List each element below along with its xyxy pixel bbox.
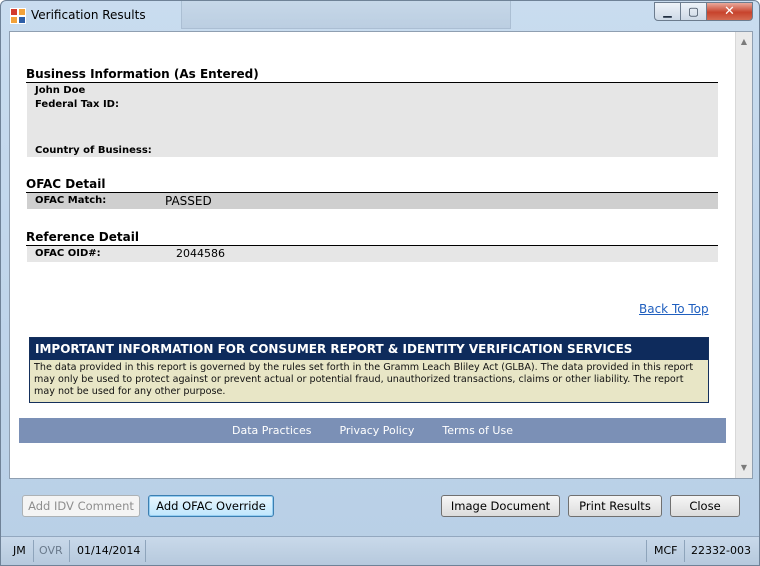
window-title: Verification Results: [31, 8, 146, 22]
status-date: 01/14/2014: [77, 544, 141, 557]
ofac-match-label: OFAC Match:: [35, 195, 107, 206]
scroll-up-icon[interactable]: ▲: [736, 34, 752, 50]
status-separator: [69, 540, 70, 562]
status-user: JM: [13, 544, 26, 557]
add-ofac-override-button[interactable]: Add OFAC Override: [148, 495, 274, 517]
ofac-match-row: OFAC Match: PASSED: [27, 193, 718, 209]
action-buttons: Add IDV Comment Add OFAC Override Image …: [1, 479, 759, 534]
background-window-ghost: [181, 1, 511, 29]
ofac-oid-value: 2044586: [176, 247, 225, 260]
status-separator: [145, 540, 146, 562]
scroll-down-icon[interactable]: ▼: [736, 460, 752, 476]
federal-tax-id-label: Federal Tax ID:: [35, 99, 119, 110]
business-info-heading: Business Information (As Entered): [26, 67, 259, 81]
vertical-scrollbar[interactable]: ▲ ▼: [735, 32, 752, 478]
status-mode: OVR: [39, 544, 63, 557]
close-window-button[interactable]: ✕: [707, 2, 753, 21]
important-info-notice: IMPORTANT INFORMATION FOR CONSUMER REPOR…: [29, 337, 709, 403]
back-to-top-link[interactable]: Back To Top: [639, 302, 709, 316]
close-button[interactable]: Close: [670, 495, 740, 517]
ofac-detail-heading: OFAC Detail: [26, 177, 106, 191]
status-id: 22332-003: [691, 544, 751, 557]
notice-body: The data provided in this report is gove…: [34, 362, 694, 397]
business-info-panel: John Doe Federal Tax ID: Country of Busi…: [27, 83, 718, 157]
terms-of-use-link[interactable]: Terms of Use: [442, 424, 513, 437]
country-of-business-label: Country of Business:: [35, 145, 152, 156]
status-code: MCF: [654, 544, 678, 557]
footer-links-bar: Data Practices Privacy Policy Terms of U…: [19, 418, 726, 443]
status-separator: [646, 540, 647, 562]
report-viewer[interactable]: Business Information (As Entered) John D…: [9, 31, 753, 479]
reference-detail-heading: Reference Detail: [26, 230, 139, 244]
add-idv-comment-button[interactable]: Add IDV Comment: [22, 495, 140, 517]
verification-results-window: Verification Results ▁ ▢ ✕ Business Info…: [0, 0, 760, 566]
notice-heading: IMPORTANT INFORMATION FOR CONSUMER REPOR…: [30, 338, 708, 360]
ofac-match-value: PASSED: [165, 194, 212, 208]
minimize-icon: ▁: [663, 5, 672, 18]
privacy-policy-link[interactable]: Privacy Policy: [339, 424, 414, 437]
business-name: John Doe: [35, 85, 86, 96]
status-separator: [684, 540, 685, 562]
image-document-button[interactable]: Image Document: [441, 495, 560, 517]
window-controls: ▁ ▢ ✕: [654, 2, 753, 21]
app-logo-icon: [10, 8, 26, 24]
status-bar: JM OVR 01/14/2014 MCF 22332-003: [1, 536, 759, 565]
maximize-icon: ▢: [688, 5, 699, 18]
title-bar[interactable]: Verification Results ▁ ▢ ✕: [1, 1, 759, 31]
ofac-oid-label: OFAC OID#:: [35, 248, 101, 259]
print-results-button[interactable]: Print Results: [568, 495, 662, 517]
close-icon: ✕: [724, 4, 735, 19]
minimize-button[interactable]: ▁: [654, 2, 681, 21]
status-separator: [33, 540, 34, 562]
maximize-button[interactable]: ▢: [681, 2, 707, 21]
data-practices-link[interactable]: Data Practices: [232, 424, 311, 437]
ofac-oid-row: OFAC OID#: 2044586: [27, 246, 718, 262]
